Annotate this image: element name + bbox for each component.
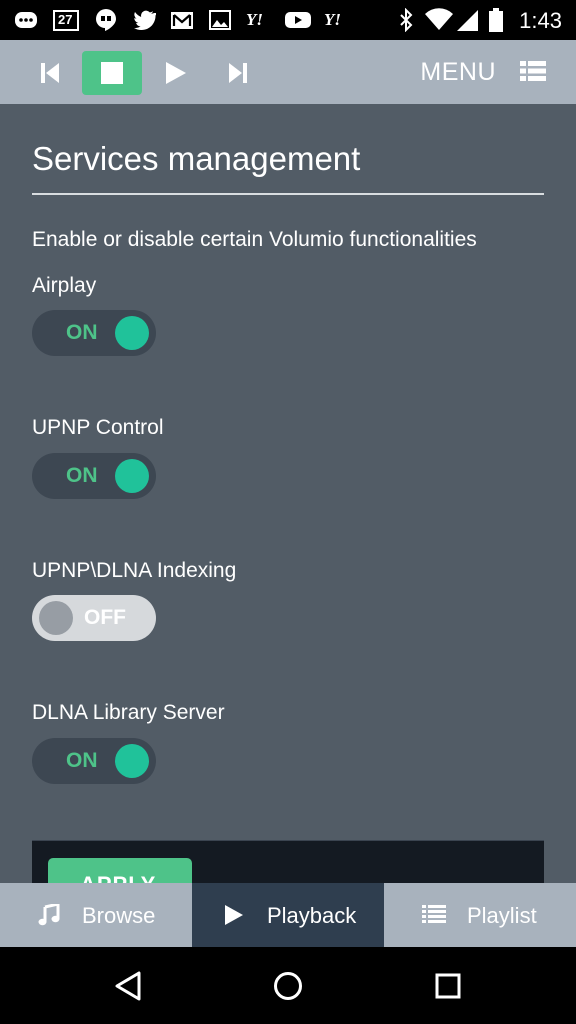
play-icon (166, 62, 186, 84)
wifi-icon (425, 8, 453, 30)
yahoo-icon: Y! (324, 10, 341, 29)
skip-next-icon (229, 63, 247, 83)
page-description: Enable or disable certain Volumio functi… (32, 228, 477, 251)
tab-playback[interactable]: Playback (192, 883, 384, 947)
menu-button[interactable]: MENU (420, 58, 496, 87)
list-icon (422, 905, 446, 923)
skip-previous-icon (41, 63, 59, 83)
toggle-state: ON (66, 321, 98, 344)
battery-icon (489, 8, 503, 32)
toggle-knob (39, 601, 73, 635)
music-note-icon (38, 904, 60, 926)
messages-icon (15, 12, 37, 28)
play-icon (225, 905, 243, 925)
dlna-library-server-toggle[interactable]: ON (32, 738, 156, 784)
gallery-icon (209, 10, 231, 30)
tab-playback-label: Playback (267, 903, 357, 928)
hangouts-icon (96, 9, 116, 31)
page-title: Services management (32, 140, 361, 177)
bottom-tab-bar: Browse Playback Playlist (0, 883, 576, 947)
stop-button[interactable] (82, 51, 142, 95)
system-nav-bar (0, 947, 576, 1024)
tab-playlist[interactable]: Playlist (384, 883, 576, 947)
clock: 1:43 (519, 8, 562, 33)
signal-icon (457, 10, 478, 31)
toggle-state: ON (66, 464, 98, 487)
play-button[interactable] (146, 51, 206, 95)
player-toolbar: MENU (0, 40, 576, 104)
toggle-knob (115, 316, 149, 350)
toggle-state: OFF (84, 606, 126, 629)
yahoo-icon: Y! (246, 10, 263, 29)
previous-button[interactable] (20, 51, 80, 95)
tab-browse-label: Browse (82, 903, 156, 928)
dlna-library-server-label: DLNA Library Server (32, 701, 225, 724)
recents-icon[interactable] (435, 973, 461, 999)
upnp-control-label: UPNP Control (32, 416, 164, 439)
gmail-icon (171, 12, 193, 29)
upnp-dlna-indexing-toggle[interactable]: OFF (32, 595, 156, 641)
toggle-knob (115, 744, 149, 778)
bluetooth-icon (400, 8, 413, 32)
back-icon[interactable] (114, 971, 142, 1001)
next-button[interactable] (208, 51, 268, 95)
toggle-state: ON (66, 749, 98, 772)
title-divider (32, 193, 544, 195)
tab-browse[interactable]: Browse (0, 883, 192, 947)
tab-playlist-label: Playlist (467, 903, 537, 928)
upnp-dlna-indexing-label: UPNP\DLNA Indexing (32, 559, 237, 582)
home-icon[interactable] (273, 971, 303, 1001)
airplay-toggle[interactable]: ON (32, 310, 156, 356)
twitter-icon (134, 10, 156, 31)
status-bar: 27 Y! Y! 1:43 (0, 0, 576, 40)
stop-icon (101, 62, 123, 84)
calendar-icon: 27 (52, 8, 80, 32)
youtube-icon (285, 12, 311, 28)
airplay-label: Airplay (32, 274, 97, 297)
upnp-control-toggle[interactable]: ON (32, 453, 156, 499)
toggle-knob (115, 459, 149, 493)
menu-list-icon[interactable] (520, 60, 546, 82)
